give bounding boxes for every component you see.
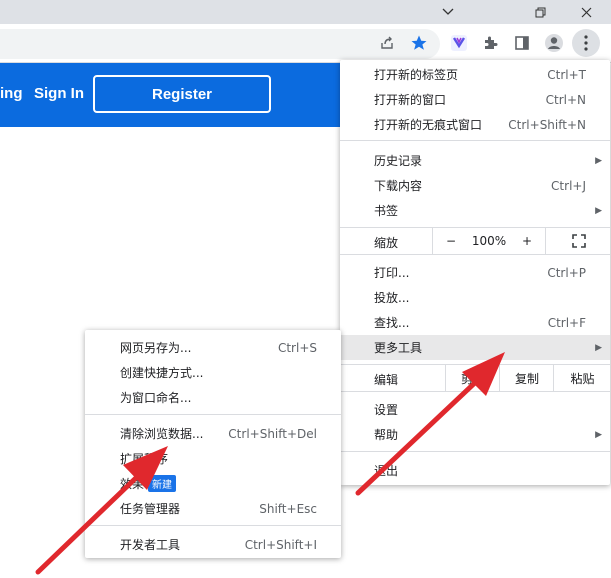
performance-label: 效果 xyxy=(120,477,145,491)
menu-item-find[interactable]: 查找... Ctrl+F xyxy=(340,310,610,335)
puzzle-icon[interactable] xyxy=(477,29,505,57)
restore-icon[interactable] xyxy=(520,0,560,24)
share-icon[interactable] xyxy=(373,29,401,57)
menu-item-history[interactable]: 历史记录 ▶ xyxy=(340,148,610,173)
star-icon[interactable] xyxy=(405,29,433,57)
submenu-item-dev-tools[interactable]: 开发者工具 Ctrl+Shift+I xyxy=(85,532,341,557)
menu-divider xyxy=(340,451,610,452)
chevron-down-icon[interactable] xyxy=(428,0,468,24)
site-navbar: ing Sign In Register xyxy=(0,63,345,127)
submenu-arrow-icon: ▶ xyxy=(595,155,602,166)
kebab-menu-icon[interactable] xyxy=(572,29,600,57)
menu-divider xyxy=(340,140,610,141)
submenu-item-performance[interactable]: 效果 新建 xyxy=(85,471,341,496)
submenu-item-save-as[interactable]: 网页另存为... Ctrl+S xyxy=(85,335,341,360)
submenu-arrow-icon: ▶ xyxy=(595,205,602,216)
sign-in-link[interactable]: Sign In xyxy=(34,85,84,102)
menu-divider xyxy=(340,391,610,392)
close-icon[interactable] xyxy=(566,0,606,24)
menu-item-more-tools[interactable]: 更多工具 ▶ xyxy=(340,335,610,360)
edit-label: 编辑 xyxy=(374,373,399,387)
menu-item-new-incognito[interactable]: 打开新的无痕式窗口 Ctrl+Shift+N xyxy=(340,112,610,137)
menu-item-print[interactable]: 打印... Ctrl+P xyxy=(340,260,610,285)
zoom-row: 缩放 − 100% + xyxy=(340,228,610,254)
menu-item-cast[interactable]: 投放... xyxy=(340,285,610,310)
menu-item-exit[interactable]: 退出 xyxy=(340,458,610,483)
menu-divider xyxy=(85,525,341,526)
register-button[interactable]: Register xyxy=(93,75,271,113)
menu-item-new-tab[interactable]: 打开新的标签页 Ctrl+T xyxy=(340,62,610,87)
zoom-value: 100% xyxy=(471,234,507,248)
menu-item-bookmarks[interactable]: 书签 ▶ xyxy=(340,198,610,223)
menu-item-settings[interactable]: 设置 xyxy=(340,397,610,422)
submenu-item-clear-data[interactable]: 清除浏览数据... Ctrl+Shift+Del xyxy=(85,421,341,446)
submenu-arrow-icon: ▶ xyxy=(595,342,602,353)
chrome-main-menu: 打开新的标签页 Ctrl+T 打开新的窗口 Ctrl+N 打开新的无痕式窗口 C… xyxy=(340,60,610,485)
zoom-in-button[interactable]: + xyxy=(510,228,544,254)
menu-item-downloads[interactable]: 下载内容 Ctrl+J xyxy=(340,173,610,198)
menu-item-help[interactable]: 帮助 ▶ xyxy=(340,422,610,447)
menu-divider xyxy=(340,254,610,255)
submenu-item-task-manager[interactable]: 任务管理器 Shift+Esc xyxy=(85,496,341,521)
copy-button[interactable]: 复制 xyxy=(499,365,554,391)
zoom-out-button[interactable]: − xyxy=(432,228,469,254)
sidebar-icon[interactable] xyxy=(508,29,536,57)
cut-button[interactable]: 剪切 xyxy=(445,365,500,391)
extension-app-icon[interactable] xyxy=(445,29,473,57)
edit-row: 编辑 剪切 复制 粘贴 xyxy=(340,365,610,391)
title-bar xyxy=(0,0,611,24)
browser-toolbar xyxy=(0,24,611,63)
fullscreen-icon[interactable] xyxy=(545,228,611,254)
zoom-label: 缩放 xyxy=(374,236,399,250)
paste-button[interactable]: 粘贴 xyxy=(553,365,611,391)
submenu-item-create-shortcut[interactable]: 创建快捷方式... xyxy=(85,360,341,385)
submenu-item-extensions[interactable]: 扩展程序 xyxy=(85,446,341,471)
submenu-arrow-icon: ▶ xyxy=(595,429,602,440)
nav-link-partial[interactable]: ing xyxy=(0,85,23,102)
new-badge: 新建 xyxy=(148,475,177,492)
menu-divider xyxy=(85,414,341,415)
menu-item-new-window[interactable]: 打开新的窗口 Ctrl+N xyxy=(340,87,610,112)
more-tools-submenu: 网页另存为... Ctrl+S 创建快捷方式... 为窗口命名... 清除浏览数… xyxy=(85,330,341,558)
submenu-item-name-window[interactable]: 为窗口命名... xyxy=(85,385,341,410)
profile-icon[interactable] xyxy=(540,29,568,57)
